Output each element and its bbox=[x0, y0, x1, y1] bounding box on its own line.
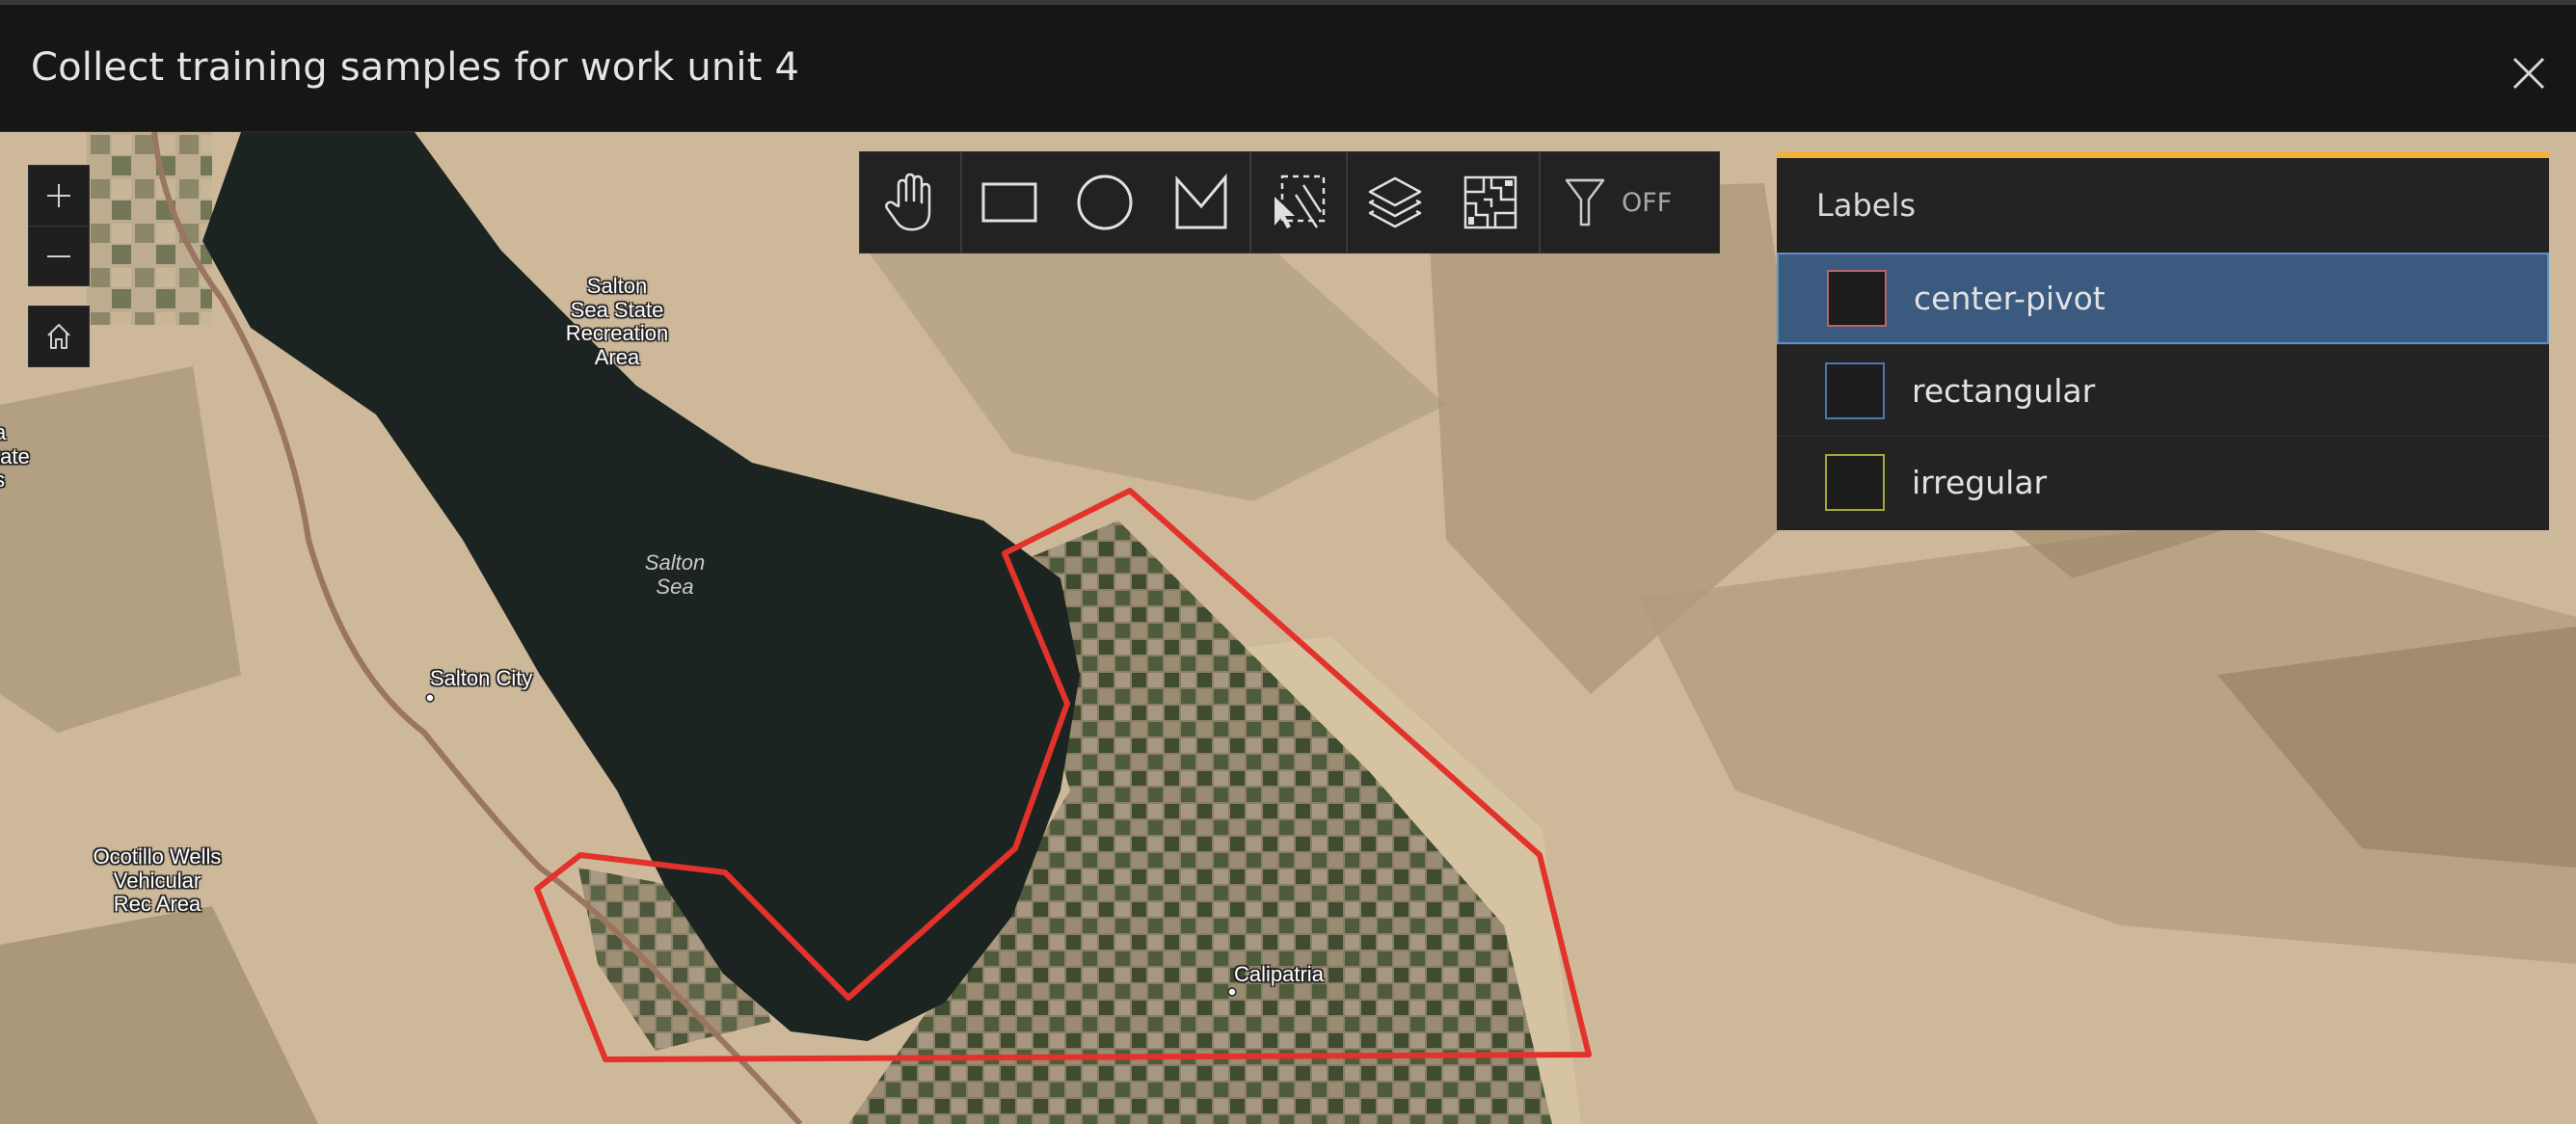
hand-icon bbox=[885, 173, 931, 231]
zoom-in-button[interactable] bbox=[29, 166, 89, 226]
label-item-center-pivot[interactable]: center-pivot bbox=[1777, 253, 2549, 344]
filter-icon bbox=[1565, 178, 1605, 227]
dialog-header: Collect training samples for work unit 4 bbox=[0, 5, 2576, 132]
dialog-title: Collect training samples for work unit 4 bbox=[31, 45, 800, 90]
circle-tool-button[interactable] bbox=[1057, 152, 1153, 253]
home-icon bbox=[47, 324, 70, 349]
close-icon bbox=[2512, 57, 2545, 90]
minus-icon bbox=[47, 254, 70, 257]
label-color-swatch bbox=[1827, 270, 1887, 327]
water-label-salton-sea: Salton Sea bbox=[644, 550, 706, 600]
polygon-tool-button[interactable] bbox=[1153, 152, 1249, 253]
select-icon bbox=[1275, 174, 1326, 228]
place-label-partial-left: a tate s bbox=[0, 420, 30, 492]
place-label-salton-city: Salton City bbox=[430, 666, 533, 690]
home-button[interactable] bbox=[28, 306, 90, 367]
drawing-toolbar: OFF bbox=[859, 151, 1720, 254]
label-name: irregular bbox=[1912, 463, 2048, 501]
zoom-controls bbox=[28, 165, 90, 286]
plus-icon bbox=[47, 184, 70, 207]
label-item-rectangular[interactable]: rectangular bbox=[1777, 344, 2549, 436]
pan-tool-button[interactable] bbox=[860, 152, 960, 253]
label-color-swatch bbox=[1825, 453, 1885, 511]
place-label-ocotillo-wells: Ocotillo Wells Vehicular Rec Area bbox=[93, 844, 222, 917]
label-name: rectangular bbox=[1912, 371, 2096, 410]
place-label-salton-sea-sra: Salton Sea State Recreation Area bbox=[565, 274, 669, 369]
label-item-irregular[interactable]: irregular bbox=[1777, 436, 2549, 527]
select-tool-button[interactable] bbox=[1249, 152, 1346, 253]
label-name: center-pivot bbox=[1914, 280, 2106, 317]
labels-panel-header: Labels bbox=[1816, 187, 1916, 224]
place-label-calipatria: Calipatria bbox=[1234, 962, 1324, 986]
rectangle-icon bbox=[981, 182, 1037, 223]
label-color-swatch bbox=[1825, 361, 1885, 419]
filter-state-text: OFF bbox=[1622, 187, 1673, 218]
circle-icon bbox=[1077, 174, 1133, 230]
layers-icon bbox=[1368, 176, 1422, 228]
labels-panel: Labels center-pivot rectangular irregula… bbox=[1777, 151, 2549, 530]
polygon-icon bbox=[1175, 174, 1227, 229]
segment-icon bbox=[1463, 175, 1517, 229]
segment-tool-button[interactable] bbox=[1442, 152, 1539, 253]
close-button[interactable] bbox=[2505, 49, 2553, 97]
filter-toggle[interactable]: OFF bbox=[1539, 152, 1715, 253]
zoom-out-button[interactable] bbox=[29, 226, 89, 285]
rectangle-tool-button[interactable] bbox=[960, 152, 1057, 253]
layers-tool-button[interactable] bbox=[1346, 152, 1442, 253]
